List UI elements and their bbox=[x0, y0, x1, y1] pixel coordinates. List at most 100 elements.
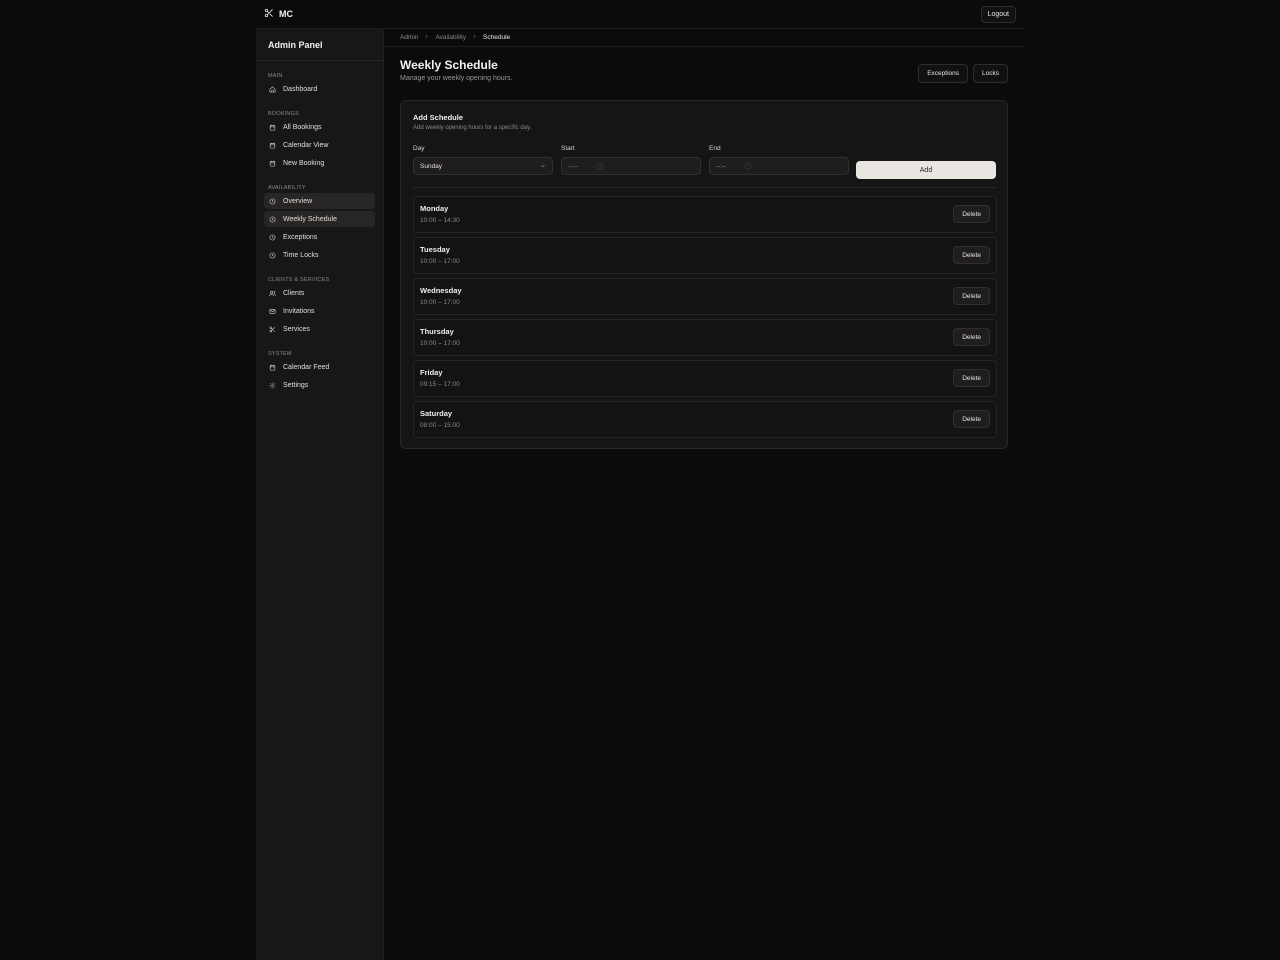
header-actions: Exceptions Locks bbox=[918, 64, 1008, 83]
schedule-hours: 08:00 – 15:00 bbox=[420, 422, 460, 429]
schedule-row: Saturday 08:00 – 15:00 Delete bbox=[413, 401, 997, 438]
logout-button[interactable]: Logout bbox=[980, 5, 1016, 23]
sidebar-item-label: Time Locks bbox=[283, 251, 319, 259]
schedule-day: Friday bbox=[420, 368, 443, 377]
delete-button[interactable]: Delete bbox=[953, 246, 990, 264]
schedule-row: Wednesday 10:00 – 17:00 Delete bbox=[413, 278, 997, 315]
calendar-icon bbox=[269, 142, 276, 149]
brand[interactable]: MC bbox=[264, 8, 293, 20]
page-subtitle: Manage your weekly opening hours. bbox=[400, 75, 513, 82]
delete-button[interactable]: Delete bbox=[953, 205, 990, 223]
sidebar-item-label: Weekly Schedule bbox=[283, 215, 337, 223]
sidebar-item-label: New Booking bbox=[283, 159, 325, 167]
sidebar-item-clients[interactable]: Clients bbox=[264, 285, 375, 301]
nav-group-label: SYSTEM bbox=[268, 351, 292, 357]
sidebar-item-services[interactable]: Services bbox=[264, 321, 375, 337]
mail-icon bbox=[269, 308, 276, 315]
sidebar-item-label: Settings bbox=[283, 381, 309, 389]
calendar-icon bbox=[269, 124, 276, 131]
delete-button[interactable]: Delete bbox=[953, 287, 990, 305]
sidebar-item-new-booking[interactable]: New Booking bbox=[264, 155, 375, 171]
scissors-icon bbox=[269, 326, 276, 333]
breadcrumb: Admin Availability Schedule bbox=[384, 29, 1024, 47]
day-select-value: Sunday bbox=[420, 162, 443, 170]
clock-icon bbox=[269, 234, 276, 241]
end-time-input[interactable]: --:-- bbox=[709, 157, 849, 175]
sidebar-item-overview[interactable]: Overview bbox=[264, 193, 375, 209]
card-title: Add Schedule bbox=[413, 113, 464, 122]
sidebar-item-label: All Bookings bbox=[283, 123, 322, 131]
sidebar-item-label: Invitations bbox=[283, 307, 315, 315]
sidebar-item-exceptions[interactable]: Exceptions bbox=[264, 229, 375, 245]
gear-icon bbox=[269, 382, 276, 389]
card-subtitle: Add weekly opening hours for a specific … bbox=[413, 125, 532, 131]
schedule-hours: 10:00 – 17:00 bbox=[420, 299, 460, 306]
clock-icon bbox=[269, 252, 276, 259]
sidebar-item-time-locks[interactable]: Time Locks bbox=[264, 247, 375, 263]
delete-button[interactable]: Delete bbox=[953, 410, 990, 428]
chevron-right-icon bbox=[472, 34, 477, 41]
end-time-placeholder: --:-- bbox=[716, 162, 727, 170]
users-icon bbox=[269, 290, 276, 297]
schedule-row: Monday 10:00 – 14:30 Delete bbox=[413, 196, 997, 233]
top-bar: MC Logout bbox=[256, 0, 1024, 29]
sidebar-item-label: Calendar View bbox=[283, 141, 329, 149]
clock-icon[interactable] bbox=[744, 162, 752, 170]
sidebar-item-calendar-view[interactable]: Calendar View bbox=[264, 137, 375, 153]
sidebar-item-calendar-feed[interactable]: Calendar Feed bbox=[264, 359, 375, 375]
day-select[interactable]: Sunday bbox=[413, 157, 553, 175]
home-icon bbox=[269, 85, 276, 93]
sidebar-item-weekly-schedule[interactable]: Weekly Schedule bbox=[264, 211, 375, 227]
start-label: Start bbox=[561, 145, 575, 152]
nav-group: CLIENTS & SERVICES Clients Invitations Serv… bbox=[256, 271, 383, 337]
add-button[interactable]: Add bbox=[856, 161, 996, 179]
delete-button[interactable]: Delete bbox=[953, 369, 990, 387]
schedule-row: Thursday 10:00 – 17:00 Delete bbox=[413, 319, 997, 356]
schedule-day: Saturday bbox=[420, 409, 453, 418]
nav-group: BOOKINGS All Bookings Calendar View New Boo… bbox=[256, 105, 383, 171]
scissors-icon bbox=[264, 8, 274, 20]
sidebar-item-label: Clients bbox=[283, 289, 305, 297]
schedule-hours: 09:15 – 17:00 bbox=[420, 381, 460, 388]
schedule-hours: 10:00 – 17:00 bbox=[420, 258, 460, 265]
nav-group: MAIN Dashboard bbox=[256, 67, 383, 97]
nav-group-label: MAIN bbox=[268, 73, 283, 79]
sidebar-item-label: Calendar Feed bbox=[283, 363, 330, 371]
locks-button[interactable]: Locks bbox=[973, 64, 1008, 83]
schedule-row: Friday 09:15 – 17:00 Delete bbox=[413, 360, 997, 397]
calendar-icon bbox=[269, 364, 276, 371]
schedule-day: Monday bbox=[420, 204, 449, 213]
sidebar-item-all-bookings[interactable]: All Bookings bbox=[264, 119, 375, 135]
start-time-placeholder: --:-- bbox=[568, 162, 579, 170]
schedule-day: Tuesday bbox=[420, 245, 450, 254]
breadcrumb-admin[interactable]: Admin bbox=[400, 34, 418, 41]
clock-icon[interactable] bbox=[596, 162, 604, 170]
start-time-input[interactable]: --:-- bbox=[561, 157, 701, 175]
page-title: Weekly Schedule bbox=[400, 58, 498, 72]
nav-group-label: BOOKINGS bbox=[268, 111, 299, 117]
page-header: Weekly Schedule Manage your weekly openi… bbox=[400, 58, 1008, 90]
exceptions-button[interactable]: Exceptions bbox=[918, 64, 969, 83]
sidebar-item-label: Services bbox=[283, 325, 310, 333]
add-schedule-card: Add Schedule Add weekly opening hours fo… bbox=[400, 100, 1008, 449]
nav-group-label: AVAILABILITY bbox=[268, 185, 306, 191]
schedule-day: Thursday bbox=[420, 327, 454, 336]
sidebar-item-settings[interactable]: Settings bbox=[264, 377, 375, 393]
schedule-list: Monday 10:00 – 14:30 Delete Tuesday 10:00 – … bbox=[413, 196, 997, 442]
sidebar: Admin Panel MAIN Dashboard BOOKINGS All Boo… bbox=[256, 29, 384, 960]
sidebar-item-label: Dashboard bbox=[283, 85, 318, 93]
sidebar-item-label: Exceptions bbox=[283, 233, 318, 241]
breadcrumb-current: Schedule bbox=[483, 34, 511, 41]
sidebar-item-dashboard[interactable]: Dashboard bbox=[264, 81, 375, 97]
delete-button[interactable]: Delete bbox=[953, 328, 990, 346]
calendar-icon bbox=[269, 160, 276, 167]
schedule-hours: 10:00 – 14:30 bbox=[420, 217, 460, 224]
sidebar-item-invitations[interactable]: Invitations bbox=[264, 303, 375, 319]
clock-icon bbox=[269, 198, 276, 205]
schedule-day: Wednesday bbox=[420, 286, 462, 295]
clock-icon bbox=[269, 216, 276, 223]
brand-name: MC bbox=[279, 9, 293, 19]
sidebar-title: Admin Panel bbox=[256, 29, 383, 61]
breadcrumb-availability[interactable]: Availability bbox=[435, 34, 466, 41]
divider bbox=[413, 187, 997, 188]
